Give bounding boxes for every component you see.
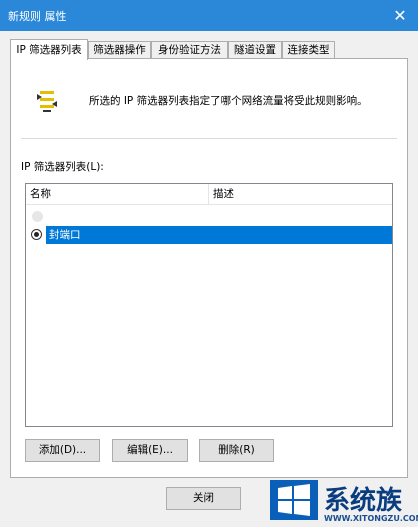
tab-authentication-methods[interactable]: 身份验证方法 <box>151 41 228 58</box>
tab-connection-type[interactable]: 连接类型 <box>282 41 335 58</box>
ip-filter-listview[interactable]: 名称 描述 封端口 <box>25 183 393 427</box>
ip-filter-icon <box>37 91 57 112</box>
delete-button[interactable]: 删除(R) <box>199 439 274 462</box>
add-button[interactable]: 添加(D)... <box>25 439 100 462</box>
tab-tunnel-settings[interactable]: 隧道设置 <box>228 41 282 58</box>
window-title: 新规则 属性 <box>8 10 67 23</box>
title-bar: 新规则 属性 ✕ <box>0 0 418 31</box>
ip-filter-list-label: IP 筛选器列表(L): <box>21 161 104 173</box>
edit-button[interactable]: 编辑(E)... <box>112 439 188 462</box>
close-button[interactable]: 关闭 <box>166 487 241 510</box>
column-header-name[interactable]: 名称 <box>26 184 209 204</box>
tab-panel: 所选的 IP 筛选器列表指定了哪个网络流量将受此规则影响。 IP 筛选器列表(L… <box>10 58 408 478</box>
list-item-name[interactable]: 封端口 <box>46 226 392 244</box>
column-header-description[interactable]: 描述 <box>209 184 392 204</box>
list-column-header: 名称 描述 <box>26 184 392 205</box>
row-radio-button[interactable] <box>31 229 42 240</box>
divider <box>21 138 397 139</box>
radio-placeholder <box>32 211 43 222</box>
tab-ip-filter-list[interactable]: IP 筛选器列表 <box>10 39 88 60</box>
close-window-button[interactable]: ✕ <box>382 0 418 31</box>
watermark-text: 系统族 <box>324 486 403 516</box>
watermark-url: WWW.XITONGZU.COM <box>324 514 418 523</box>
tab-filter-action[interactable]: 筛选器操作 <box>88 41 151 58</box>
windows-logo-icon <box>270 480 318 520</box>
watermark: 系统族 WWW.XITONGZU.COM <box>270 478 418 527</box>
list-item[interactable]: 封端口 <box>26 226 392 244</box>
panel-description: 所选的 IP 筛选器列表指定了哪个网络流量将受此规则影响。 <box>89 95 368 107</box>
